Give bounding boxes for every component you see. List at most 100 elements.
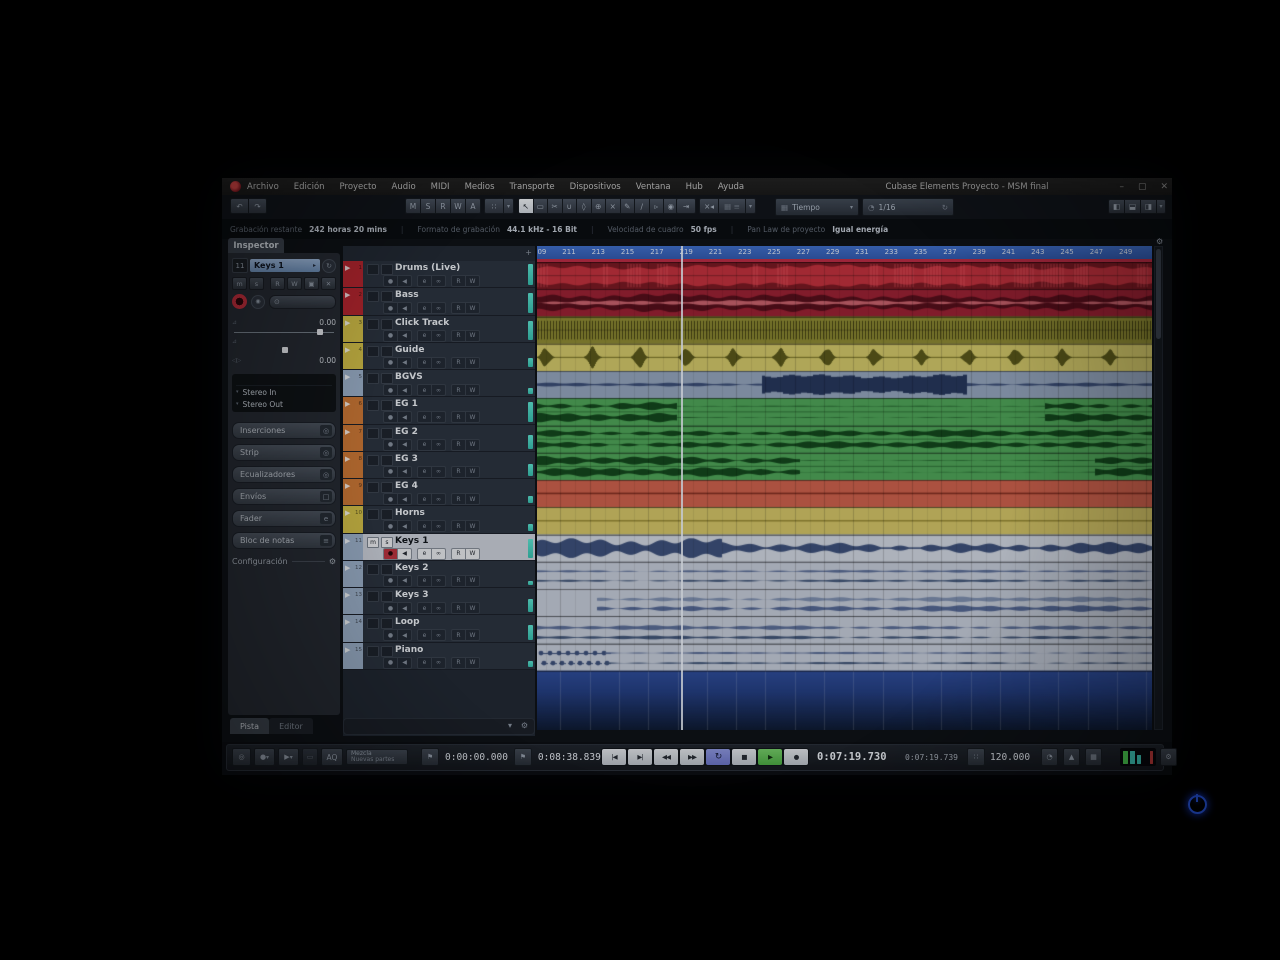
freeze-button[interactable]: ∞ xyxy=(432,520,446,532)
rewind-button[interactable]: ◀◀ xyxy=(654,749,678,765)
read-automation-button[interactable]: R xyxy=(451,466,466,478)
write-automation-button[interactable]: W xyxy=(466,548,480,560)
pan-handle[interactable] xyxy=(282,347,288,353)
solo-button[interactable] xyxy=(381,646,393,657)
edit-channel-button[interactable]: e xyxy=(417,520,432,532)
precount-icon[interactable]: ▲ xyxy=(1063,748,1080,766)
solo-button[interactable] xyxy=(381,291,393,302)
freeze-button[interactable]: ∞ xyxy=(432,466,446,478)
gear-icon[interactable]: ⚙ xyxy=(521,721,528,730)
freeze-button[interactable]: ∞ xyxy=(432,384,446,396)
track-name[interactable]: Loop xyxy=(395,617,420,627)
range-selection-tool-icon[interactable]: ▭ xyxy=(533,198,548,214)
volume-slider[interactable] xyxy=(232,328,336,336)
track-row-click-track[interactable]: ▶3Click Track●◀e∞RW xyxy=(343,316,535,343)
edit-channel-button[interactable]: e xyxy=(417,411,432,423)
bypass-icon[interactable]: ◎ xyxy=(320,469,332,480)
edit-channel-button[interactable]: e xyxy=(417,466,432,478)
menu-item-midi[interactable]: MIDI xyxy=(431,182,450,192)
track-name[interactable]: Bass xyxy=(395,290,419,300)
track-row-bass[interactable]: ▶2Bass●◀e∞RW xyxy=(343,288,535,315)
line-tool-icon[interactable]: ∕ xyxy=(634,198,649,214)
ruler-options-gear-icon[interactable]: ⚙ xyxy=(1156,237,1163,246)
event-display[interactable]: 2092112132152172192212232252272292312332… xyxy=(537,246,1152,730)
track-row-keys-1[interactable]: ▶11msKeys 1●◀e∞RW xyxy=(343,534,535,561)
goto-start-button[interactable]: |◀ xyxy=(602,749,626,765)
mute-button[interactable] xyxy=(367,346,379,357)
edit-channel-button[interactable]: e xyxy=(417,302,432,314)
pan-slider[interactable] xyxy=(232,347,336,355)
track-name[interactable]: EG 2 xyxy=(395,427,418,437)
inspector-section-fader[interactable]: Fadere xyxy=(232,510,336,527)
menu-item-hub[interactable]: Hub xyxy=(686,182,703,192)
solo-button[interactable] xyxy=(381,618,393,629)
mute-button[interactable] xyxy=(367,319,379,330)
read-automation-button[interactable]: R xyxy=(270,277,285,290)
freeze-button[interactable]: ∞ xyxy=(432,629,446,641)
track-name[interactable]: Horns xyxy=(395,508,425,518)
record-enable-button[interactable]: ● xyxy=(383,466,398,478)
right-zone-icon[interactable]: ◨ xyxy=(1140,199,1156,214)
record-enable-button[interactable]: ● xyxy=(383,548,398,560)
state-button-r[interactable]: R xyxy=(435,198,450,214)
close-icon[interactable]: ✕ xyxy=(1160,182,1168,192)
snap-type-icon[interactable]: ▦ ≡ xyxy=(718,198,745,214)
click-metronome-icon[interactable]: ◔ xyxy=(1041,748,1058,766)
track-row-guide[interactable]: ▶4Guide●◀e∞RW xyxy=(343,343,535,370)
track-name[interactable]: EG 1 xyxy=(395,399,418,409)
sync-icon[interactable]: ▦ xyxy=(1085,748,1102,766)
track-row-keys-2[interactable]: ▶12Keys 2●◀e∞RW xyxy=(343,561,535,588)
monitor-button[interactable]: ◀ xyxy=(398,520,412,532)
monitor-button[interactable]: ◀ xyxy=(398,493,412,505)
monitor-button[interactable]: ◀ xyxy=(398,302,412,314)
edit-channel-button[interactable]: e xyxy=(417,602,432,614)
freeze-button[interactable]: ∞ xyxy=(432,302,446,314)
tempo-display[interactable]: 120.000 xyxy=(990,752,1030,763)
read-automation-button[interactable]: R xyxy=(451,602,466,614)
write-automation-button[interactable]: W xyxy=(466,302,480,314)
notepad-icon[interactable]: ≡ xyxy=(320,535,332,546)
read-automation-button[interactable]: R xyxy=(451,439,466,451)
track-row-eg-4[interactable]: ▶9EG 4●◀e∞RW xyxy=(343,479,535,506)
track-name[interactable]: Keys 2 xyxy=(395,563,429,573)
left-zone-icon[interactable]: ◧ xyxy=(1108,199,1124,214)
record-enable-button[interactable]: ● xyxy=(383,602,398,614)
record-mode-select[interactable]: MezclaNuevas partes xyxy=(346,749,408,765)
record-enable-button[interactable]: ● xyxy=(383,520,398,532)
write-automation-button[interactable]: W xyxy=(466,575,480,587)
edit-channel-button[interactable]: e xyxy=(417,548,432,560)
menu-item-ayuda[interactable]: Ayuda xyxy=(718,182,744,192)
read-automation-button[interactable]: R xyxy=(451,657,466,669)
monitor-button[interactable]: ◀ xyxy=(398,575,412,587)
track-row-eg-3[interactable]: ▶8EG 3●◀e∞RW xyxy=(343,452,535,479)
solo-button[interactable] xyxy=(381,346,393,357)
chevron-down-icon[interactable]: ▾ xyxy=(745,198,756,214)
primary-time-display[interactable]: 0:07:19.730 xyxy=(817,751,887,763)
read-automation-button[interactable]: R xyxy=(451,302,466,314)
track-name[interactable]: Keys 3 xyxy=(395,590,429,600)
read-automation-button[interactable]: R xyxy=(451,575,466,587)
inspector-config-row[interactable]: Configuración ⚙ xyxy=(232,557,336,566)
grid-type-select[interactable]: ▦ Tiempo ▾ xyxy=(775,198,859,216)
solo-button[interactable] xyxy=(381,400,393,411)
edit-channel-icon[interactable]: ↻ xyxy=(322,259,336,273)
input-routing[interactable]: ▾Stereo In xyxy=(236,386,332,398)
track-name[interactable]: BGVS xyxy=(395,372,423,382)
volume-handle[interactable] xyxy=(317,329,323,335)
object-selection-tool-icon[interactable]: ↖ xyxy=(518,198,533,214)
write-automation-button[interactable]: W xyxy=(466,657,480,669)
read-automation-button[interactable]: R xyxy=(451,384,466,396)
minimize-icon[interactable]: – xyxy=(1119,182,1124,192)
erase-tool-icon[interactable]: ◊ xyxy=(576,198,591,214)
monitor-button[interactable]: ◀ xyxy=(398,275,412,287)
solo-button[interactable] xyxy=(381,564,393,575)
mute-button[interactable]: m xyxy=(367,537,379,548)
solo-button[interactable] xyxy=(381,428,393,439)
menu-item-edición[interactable]: Edición xyxy=(294,182,325,192)
write-automation-button[interactable]: W xyxy=(466,384,480,396)
record-enable-button[interactable]: ● xyxy=(383,629,398,641)
monitor-button[interactable]: ◀ xyxy=(398,411,412,423)
write-automation-button[interactable]: W xyxy=(466,357,480,369)
auto-quantize-button[interactable]: AQ xyxy=(321,748,343,766)
read-automation-button[interactable]: R xyxy=(451,520,466,532)
